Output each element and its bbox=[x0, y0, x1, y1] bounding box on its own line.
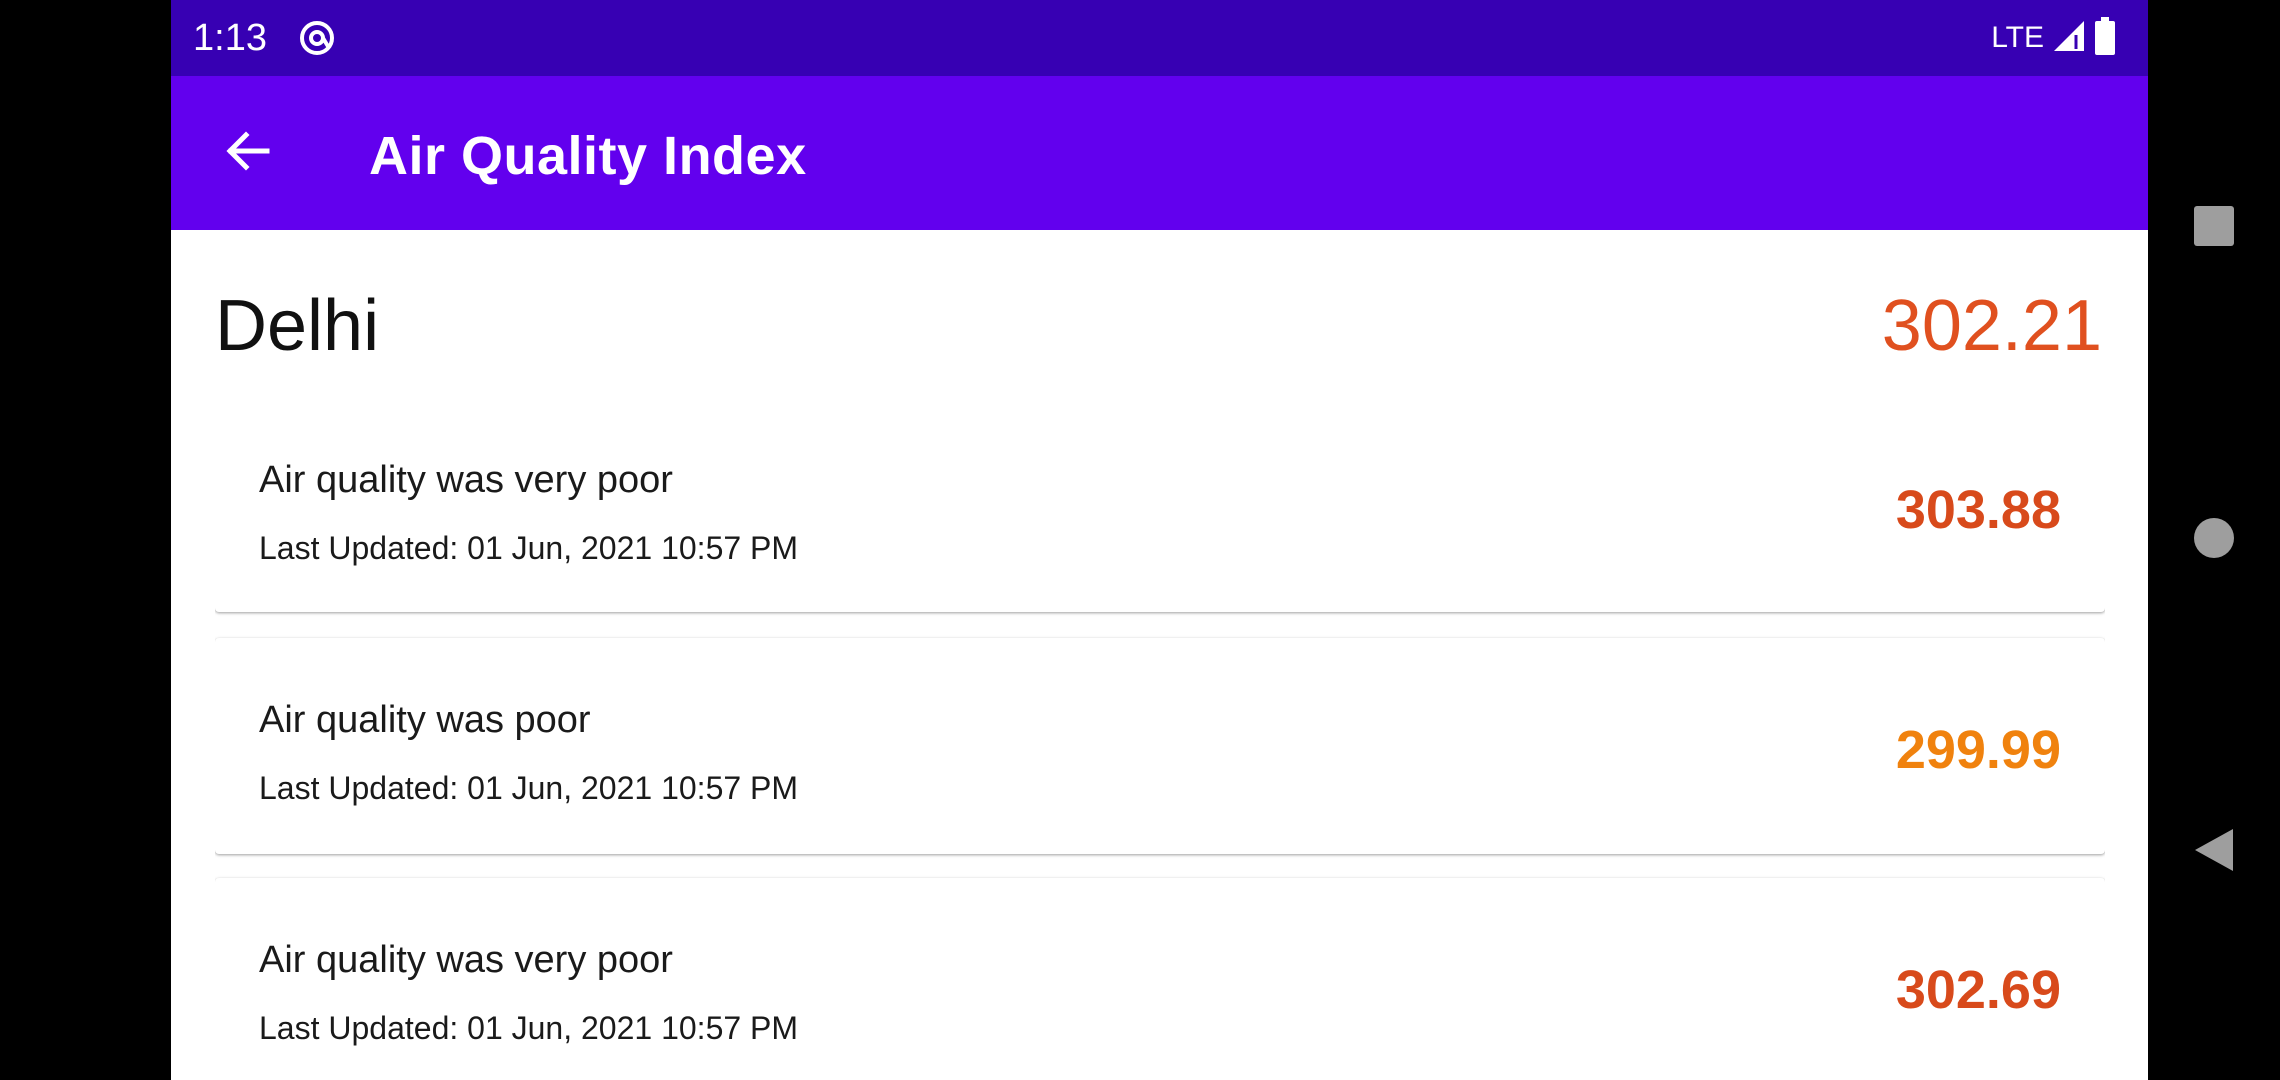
status-time: 1:13 bbox=[193, 17, 267, 59]
reading-card[interactable]: Air quality was poor Last Updated: 01 Ju… bbox=[215, 638, 2105, 854]
app-bar: Air Quality Index bbox=[171, 76, 2148, 230]
reading-value: 302.69 bbox=[1895, 960, 2061, 1020]
readings-list[interactable]: Air quality was very poor Last Updated: … bbox=[215, 410, 2105, 1080]
home-button[interactable] bbox=[2148, 480, 2280, 600]
status-indicators: LTE bbox=[1991, 16, 2116, 60]
at-sign-icon bbox=[297, 18, 337, 58]
signal-icon bbox=[2052, 19, 2086, 58]
reading-value: 299.99 bbox=[1895, 720, 2061, 780]
city-aqi-value: 302.21 bbox=[1881, 286, 2102, 366]
reading-status: Air quality was very poor bbox=[259, 459, 673, 501]
arrow-back-icon bbox=[223, 126, 273, 181]
reading-status: Air quality was very poor bbox=[259, 939, 673, 981]
reading-card[interactable]: Air quality was very poor Last Updated: … bbox=[215, 410, 2105, 612]
city-name: Delhi bbox=[215, 286, 380, 366]
reading-updated: Last Updated: 01 Jun, 2021 10:57 PM bbox=[259, 1010, 799, 1046]
status-bar: 1:13 LTE bbox=[171, 0, 2148, 76]
triangle-back-icon bbox=[2193, 827, 2235, 878]
system-back-button[interactable] bbox=[2148, 792, 2280, 912]
system-nav-bar bbox=[2148, 0, 2280, 1080]
square-icon bbox=[2193, 205, 2235, 252]
app-screen: 1:13 LTE Air Quality Index Delhi 302.21 … bbox=[171, 0, 2148, 1080]
battery-icon bbox=[2094, 16, 2116, 60]
page-title: Air Quality Index bbox=[369, 126, 807, 186]
recents-button[interactable] bbox=[2148, 168, 2280, 288]
reading-card[interactable]: Air quality was very poor Last Updated: … bbox=[215, 878, 2105, 1080]
circle-icon bbox=[2193, 517, 2235, 564]
network-type: LTE bbox=[1991, 21, 2044, 54]
reading-value: 303.88 bbox=[1895, 480, 2061, 540]
city-summary: Delhi 302.21 bbox=[171, 230, 2148, 410]
reading-updated: Last Updated: 01 Jun, 2021 10:57 PM bbox=[259, 770, 799, 806]
reading-updated: Last Updated: 01 Jun, 2021 10:57 PM bbox=[259, 530, 799, 566]
reading-status: Air quality was poor bbox=[259, 699, 591, 741]
back-button[interactable] bbox=[211, 116, 285, 190]
